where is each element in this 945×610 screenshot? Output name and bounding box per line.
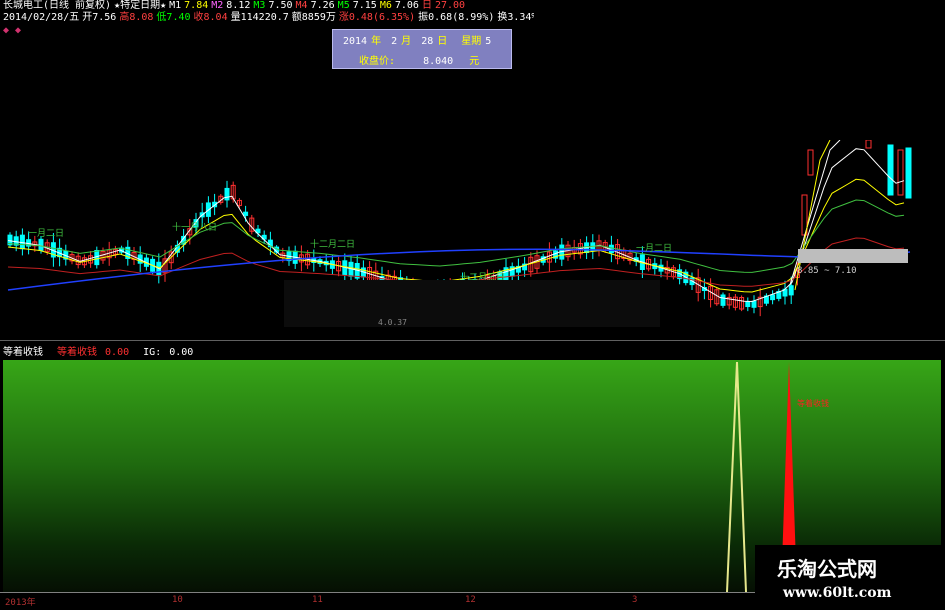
date-tick: 12 — [465, 595, 476, 605]
indicator-peaks — [726, 361, 797, 593]
logo-title: 乐淘公式网 — [777, 557, 877, 581]
date-tick: 10 — [172, 595, 183, 605]
indicator-peak-label: 等着收钱 — [797, 399, 829, 408]
watermark-logo: 乐淘公式网 www.60lt.com — [755, 545, 945, 609]
date-tick: 11 — [312, 595, 323, 605]
logo-url: www.60lt.com — [783, 585, 892, 601]
date-tick: 3 — [632, 595, 638, 605]
indicator-peak-yellow — [726, 361, 747, 593]
date-tick: 2013年 — [5, 598, 36, 608]
